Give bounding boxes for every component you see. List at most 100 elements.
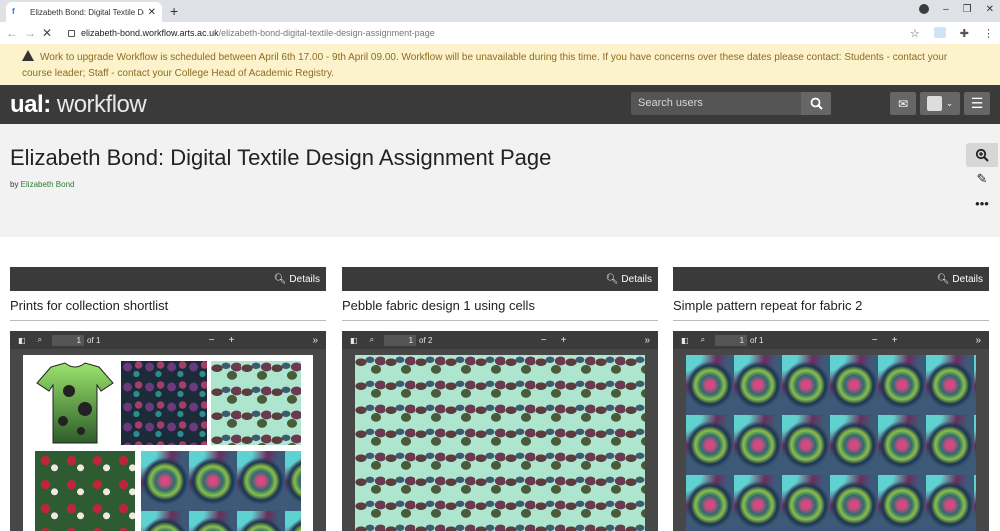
browser-menu-icon[interactable]: ⋮: [983, 27, 994, 40]
zoom-icon: 🔍︎: [273, 273, 287, 285]
url-host: elizabeth-bond.workflow.arts.ac.uk: [81, 28, 219, 38]
kaleidoscope-pattern-image: [686, 355, 976, 531]
card-header: 🔍︎ Details: [342, 267, 658, 291]
window-controls: – ❐ ✕: [919, 4, 994, 16]
pdf-toolbar: ◧ ⌕ 1 of 2 − + »: [342, 331, 658, 349]
pdf-viewer: ◧ ⌕ 1 of 2 − + »: [342, 331, 658, 531]
bubble-pattern-image: [121, 361, 207, 445]
page-title: Elizabeth Bond: Digital Textile Design A…: [10, 145, 552, 170]
content-area: 🔍︎ Details Prints for collection shortlis…: [0, 237, 1000, 531]
artefact-card: 🔍︎ Details Pebble fabric design 1 using c…: [342, 267, 658, 531]
pebble-pattern-image: [355, 355, 645, 531]
browser-tab[interactable]: f Elizabeth Bond: Digital Textile De ✕: [6, 2, 162, 22]
search-button[interactable]: [801, 92, 831, 115]
browser-tabstrip: f Elizabeth Bond: Digital Textile De ✕ +…: [0, 0, 1000, 22]
maintenance-banner: Work to upgrade Workflow is scheduled be…: [0, 44, 1000, 85]
sidebar-toggle-icon[interactable]: ◧: [350, 336, 358, 345]
envelope-icon: ✉: [897, 96, 909, 111]
find-icon[interactable]: ⌕: [701, 335, 705, 345]
author-link[interactable]: Elizabeth Bond: [21, 180, 75, 189]
card-header: 🔍︎ Details: [10, 267, 326, 291]
banner-text: Work to upgrade Workflow is scheduled be…: [22, 52, 948, 79]
zoom-out-icon[interactable]: −: [541, 335, 547, 346]
new-tab-icon[interactable]: +: [170, 3, 178, 19]
chevron-down-icon: ⌄: [945, 98, 954, 108]
page-header: Elizabeth Bond: Digital Textile Design A…: [0, 124, 1000, 237]
url-path: /elizabeth-bond-digital-textile-design-a…: [218, 28, 435, 38]
ellipsis-icon: •••: [975, 195, 989, 211]
lock-icon: [68, 29, 75, 37]
search-users-input[interactable]: Search users: [631, 92, 801, 115]
byline: by Elizabeth Bond: [10, 180, 75, 189]
zoom-plus-icon[interactable]: +: [561, 335, 567, 346]
extension-icon[interactable]: [933, 26, 946, 38]
pebble-pattern-image: [211, 361, 301, 445]
zoom-plus-icon[interactable]: +: [892, 335, 898, 346]
search-icon: [810, 97, 823, 110]
user-menu-button[interactable]: ⌄: [920, 92, 960, 115]
warning-icon: [22, 50, 34, 61]
pdf-toolbar: ◧ ⌕ 1 of 1 − + »: [10, 331, 326, 349]
pdf-page: [23, 355, 313, 531]
tools-menu-icon[interactable]: »: [312, 335, 318, 346]
tools-menu-icon[interactable]: »: [644, 335, 650, 346]
sidebar-toggle-icon[interactable]: ◧: [18, 336, 26, 345]
page-number-input[interactable]: 1: [715, 334, 748, 346]
ual-workflow-logo[interactable]: ual: workflow: [10, 90, 147, 119]
pencil-icon: ✎: [976, 171, 988, 186]
main-menu-button[interactable]: ☰: [964, 92, 990, 115]
kaleidoscope-pattern-image: [141, 451, 301, 531]
card-header: 🔍︎ Details: [673, 267, 989, 291]
page-tools: ✎ •••: [966, 143, 998, 217]
messages-button[interactable]: ✉: [890, 92, 916, 115]
zoom-in-icon: [975, 148, 989, 162]
back-icon[interactable]: ←: [6, 26, 24, 40]
page-total: of 1: [87, 335, 101, 345]
url-field[interactable]: elizabeth-bond.workflow.arts.ac.uk/eliza…: [68, 28, 910, 38]
zoom-in-button[interactable]: [966, 143, 998, 167]
puzzle-icon[interactable]: ✚: [960, 27, 969, 40]
stop-icon[interactable]: ✕: [42, 26, 60, 40]
rose-pattern-image: [35, 451, 135, 531]
find-icon[interactable]: ⌕: [370, 335, 374, 345]
by-label: by: [10, 180, 21, 189]
pdf-viewer: ◧ ⌕ 1 of 1 − + »: [673, 331, 989, 531]
logo-sep: :: [43, 90, 51, 118]
favicon-icon: f: [12, 7, 15, 16]
restore-icon[interactable]: ❐: [963, 4, 972, 16]
page-number-input[interactable]: 1: [384, 334, 417, 346]
record-icon[interactable]: [919, 4, 930, 14]
zoom-plus-icon[interactable]: +: [229, 335, 235, 346]
card-title: Pebble fabric design 1 using cells: [342, 298, 658, 321]
forward-icon[interactable]: →: [24, 26, 42, 40]
page-number-input[interactable]: 1: [52, 334, 85, 346]
pdf-toolbar: ◧ ⌕ 1 of 1 − + »: [673, 331, 989, 349]
find-icon[interactable]: ⌕: [38, 335, 42, 345]
minimize-icon[interactable]: –: [943, 4, 949, 16]
artefact-card: 🔍︎ Details Simple pattern repeat for fabr…: [673, 267, 989, 531]
tools-menu-icon[interactable]: »: [975, 335, 981, 346]
close-window-icon[interactable]: ✕: [986, 4, 994, 16]
zoom-icon: 🔍︎: [936, 273, 950, 285]
logo-ual: ual: [10, 90, 44, 118]
bookmark-star-icon[interactable]: ☆: [910, 27, 920, 40]
zoom-out-icon[interactable]: −: [209, 335, 215, 346]
page-total: of 2: [419, 335, 433, 345]
details-button[interactable]: Details: [952, 274, 983, 285]
pdf-viewer: ◧ ⌕ 1 of 1 − + »: [10, 331, 326, 531]
tshirt-design-image: [36, 362, 114, 444]
close-tab-icon[interactable]: ✕: [148, 7, 156, 18]
site-header: ual: workflow Search users ✉ ⌄ ☰: [0, 85, 1000, 124]
sidebar-toggle-icon[interactable]: ◧: [681, 336, 689, 345]
details-button[interactable]: Details: [621, 274, 652, 285]
avatar: [926, 96, 942, 111]
zoom-icon: 🔍︎: [605, 273, 619, 285]
address-bar: ← → ✕ elizabeth-bond.workflow.arts.ac.uk…: [0, 22, 1000, 44]
edit-button[interactable]: ✎: [966, 167, 998, 191]
more-options-button[interactable]: •••: [966, 191, 998, 215]
hamburger-icon: ☰: [970, 95, 984, 111]
page-total: of 1: [750, 335, 764, 345]
logo-workflow: workflow: [50, 90, 147, 118]
zoom-out-icon[interactable]: −: [872, 335, 878, 346]
details-button[interactable]: Details: [289, 274, 320, 285]
